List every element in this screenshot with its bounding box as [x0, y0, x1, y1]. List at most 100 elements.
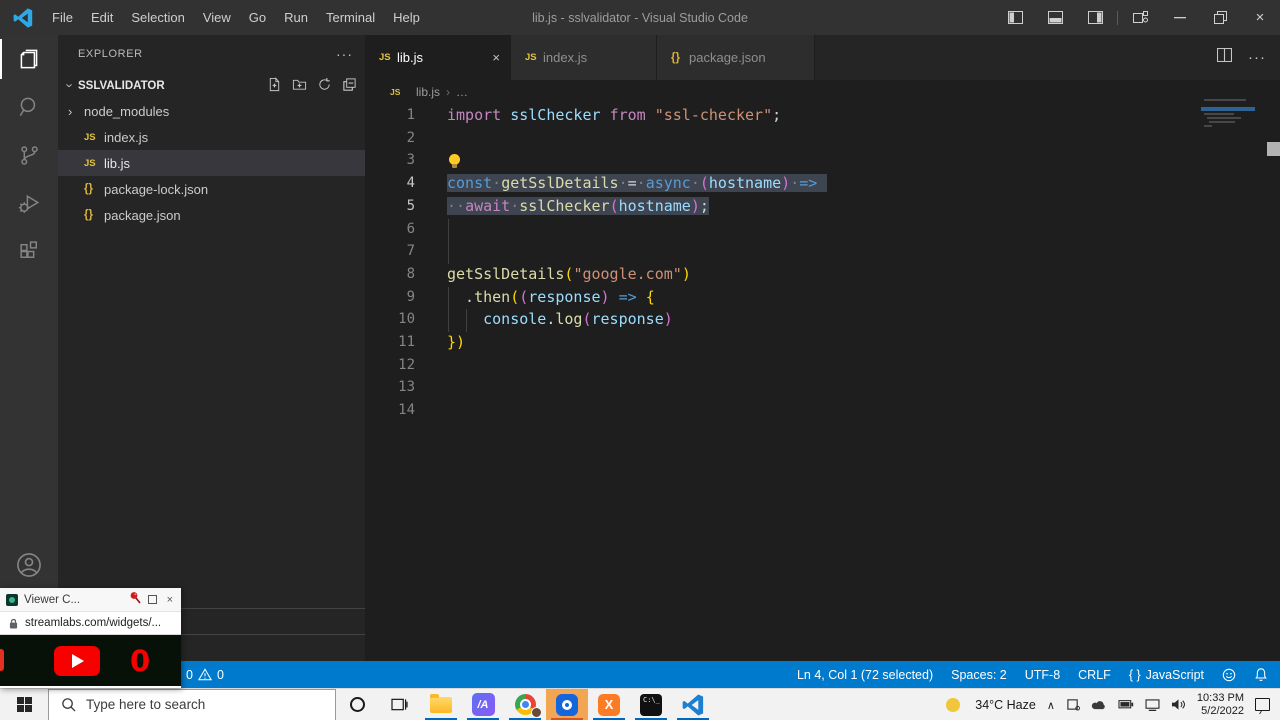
code-line[interactable]: 13	[365, 377, 1280, 400]
action-center-icon[interactable]	[1255, 698, 1270, 711]
windows-logo-icon	[17, 697, 32, 712]
file-item-lib.js[interactable]: JSlib.js	[58, 150, 365, 176]
indentation[interactable]: Spaces: 2	[951, 668, 1007, 682]
new-folder-icon[interactable]	[292, 77, 307, 95]
file-item-package.json[interactable]: {}package.json	[58, 202, 365, 228]
source-control-icon[interactable]	[0, 131, 58, 179]
scrollbar-thumb[interactable]	[1267, 142, 1280, 156]
run-debug-icon[interactable]	[0, 179, 58, 227]
breadcrumb[interactable]: JS lib.js › …	[365, 80, 1280, 104]
restore-button[interactable]	[1200, 0, 1240, 35]
menu-go[interactable]: Go	[240, 10, 275, 25]
volume-icon[interactable]	[1171, 698, 1186, 711]
text-selection: const·getSslDetails·=·async·(hostname)·=…	[447, 174, 827, 192]
encoding[interactable]: UTF-8	[1025, 668, 1060, 682]
extensions-icon[interactable]	[0, 227, 58, 275]
battery-icon[interactable]	[1118, 700, 1134, 709]
popup-titlebar[interactable]: Viewer C... ×	[0, 588, 181, 612]
pin-icon[interactable]	[129, 591, 142, 608]
tab-package.json[interactable]: {}package.json	[657, 35, 815, 80]
tray-expand-icon[interactable]: ∧	[1047, 699, 1055, 712]
code-editor[interactable]: 1import sslChecker from "ssl-checker";23…	[365, 105, 1280, 661]
task-view-button[interactable]	[378, 689, 420, 720]
onedrive-cloud-icon[interactable]	[1091, 699, 1107, 710]
file-item-node_modules[interactable]: ›node_modules	[58, 98, 365, 124]
taskbar-app-vscode[interactable]	[672, 689, 714, 720]
file-tree: ›node_modulesJSindex.jsJSlib.js{}package…	[58, 98, 365, 228]
breadcrumb-symbol[interactable]: …	[456, 85, 468, 99]
weather-icon[interactable]	[946, 696, 964, 714]
cursor-position[interactable]: Ln 4, Col 1 (72 selected)	[797, 668, 933, 682]
code-line[interactable]: 9 .then((response) => {	[365, 287, 1280, 310]
taskbar-app-chrome[interactable]	[504, 689, 546, 720]
taskbar-app-slash-a[interactable]: /A	[462, 689, 504, 720]
cortana-button[interactable]	[336, 689, 378, 720]
menu-run[interactable]: Run	[275, 10, 317, 25]
start-button[interactable]	[0, 689, 48, 720]
taskbar-app-file-explorer[interactable]	[420, 689, 462, 720]
code-line[interactable]: 2	[365, 128, 1280, 151]
menu-help[interactable]: Help	[384, 10, 429, 25]
explorer-icon[interactable]	[0, 35, 58, 83]
customize-layout-icon[interactable]	[1120, 0, 1160, 35]
code-line[interactable]: 14	[365, 400, 1280, 423]
close-button[interactable]: ×	[1240, 0, 1280, 35]
warning-count[interactable]: 0	[217, 668, 224, 682]
minimap[interactable]	[1204, 99, 1252, 129]
network-icon[interactable]	[1145, 699, 1160, 711]
tab-lib.js[interactable]: JSlib.js×	[365, 35, 511, 80]
split-editor-icon[interactable]	[1217, 48, 1232, 67]
layout-sidebar-right-icon[interactable]	[1075, 0, 1115, 35]
tab-close-icon[interactable]: ×	[492, 50, 500, 65]
viewer-count-window[interactable]: Viewer C... × streamlabs.com/widgets/...…	[0, 588, 181, 688]
device-tray-icon[interactable]	[1066, 698, 1080, 711]
file-item-index.js[interactable]: JSindex.js	[58, 124, 365, 150]
code-line[interactable]: 12	[365, 355, 1280, 378]
layout-panel-icon[interactable]	[1035, 0, 1075, 35]
menu-file[interactable]: File	[43, 10, 82, 25]
account-icon[interactable]	[0, 541, 58, 589]
code-line[interactable]: 3	[365, 150, 1280, 173]
taskbar-search[interactable]: Type here to search	[48, 689, 336, 720]
tab-index.js[interactable]: JSindex.js	[511, 35, 657, 80]
taskbar-app-streamlabs[interactable]	[546, 689, 588, 720]
code-line[interactable]: 8getSslDetails("google.com")	[365, 264, 1280, 287]
code-line[interactable]: 7	[365, 241, 1280, 264]
notifications-bell-icon[interactable]	[1254, 667, 1268, 682]
menu-selection[interactable]: Selection	[122, 10, 193, 25]
lightbulb-icon[interactable]	[449, 154, 460, 165]
menu-view[interactable]: View	[194, 10, 240, 25]
code-line[interactable]: 11})	[365, 332, 1280, 355]
eol-sequence[interactable]: CRLF	[1078, 668, 1111, 682]
breadcrumb-file[interactable]: lib.js	[416, 85, 440, 99]
code-line[interactable]: 4const·getSslDetails·=·async·(hostname)·…	[365, 173, 1280, 196]
feedback-icon[interactable]	[1222, 668, 1236, 682]
weather-text[interactable]: 34°C Haze	[975, 698, 1036, 712]
taskbar-app-xampp[interactable]: X	[588, 689, 630, 720]
error-count[interactable]: 0	[186, 668, 193, 682]
refresh-icon[interactable]	[317, 77, 332, 95]
layout-sidebar-left-icon[interactable]	[995, 0, 1035, 35]
folder-section-sslvalidator[interactable]: › SSLVALIDATOR	[58, 73, 365, 98]
code-line[interactable]: 6	[365, 219, 1280, 242]
taskbar-clock[interactable]: 10:33 PM 5/2/2022	[1197, 692, 1244, 718]
taskbar-app-terminal[interactable]: C:\_	[630, 689, 672, 720]
file-item-package-lock.json[interactable]: {}package-lock.json	[58, 176, 365, 202]
popup-url[interactable]: streamlabs.com/widgets/...	[25, 617, 161, 629]
editor-more-actions-icon[interactable]: ···	[1248, 49, 1266, 66]
new-file-icon[interactable]	[267, 77, 282, 95]
language-mode[interactable]: { } JavaScript	[1129, 668, 1204, 682]
popup-address-bar[interactable]: streamlabs.com/widgets/...	[0, 612, 181, 635]
collapse-folders-icon[interactable]	[342, 77, 357, 95]
code-line[interactable]: 10 console.log(response)	[365, 309, 1280, 332]
code-line[interactable]: 1import sslChecker from "ssl-checker";	[365, 105, 1280, 128]
menubar[interactable]: FileEditSelectionViewGoRunTerminalHelp	[43, 10, 429, 25]
explorer-more-actions-icon[interactable]: ···	[336, 46, 353, 62]
code-line[interactable]: 5··await·sslChecker(hostname);	[365, 196, 1280, 219]
search-icon[interactable]	[0, 83, 58, 131]
minimize-button[interactable]	[1160, 0, 1200, 35]
popup-restore-icon[interactable]	[148, 595, 157, 604]
menu-terminal[interactable]: Terminal	[317, 10, 384, 25]
popup-close-icon[interactable]: ×	[167, 594, 173, 606]
menu-edit[interactable]: Edit	[82, 10, 122, 25]
